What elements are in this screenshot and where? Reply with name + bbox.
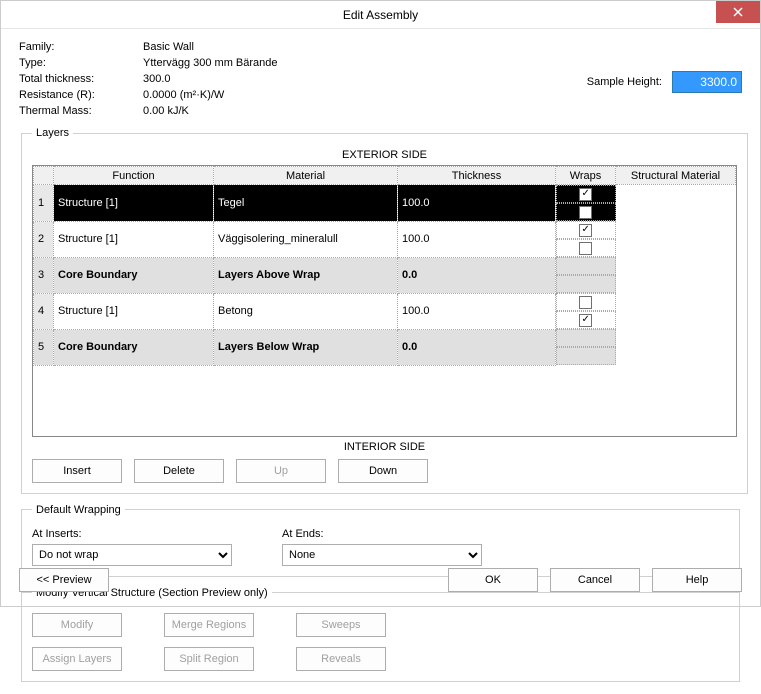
- material-cell[interactable]: Layers Below Wrap: [214, 329, 398, 365]
- thickness-cell[interactable]: 100.0: [398, 293, 556, 329]
- material-cell[interactable]: Betong: [214, 293, 398, 329]
- exterior-side-label: EXTERIOR SIDE: [32, 149, 737, 161]
- col-wraps[interactable]: Wraps: [556, 167, 616, 185]
- at-ends-label: At Ends:: [282, 528, 482, 540]
- row-number-cell[interactable]: 5: [34, 329, 54, 365]
- structural-material-cell[interactable]: [556, 203, 616, 221]
- function-cell[interactable]: Structure [1]: [54, 185, 214, 222]
- function-cell[interactable]: Structure [1]: [54, 293, 214, 329]
- checkbox[interactable]: ✓: [579, 188, 592, 201]
- preview-button[interactable]: << Preview: [19, 568, 109, 592]
- at-inserts-select[interactable]: Do not wrap: [32, 544, 232, 566]
- default-wrapping-fieldset: Default Wrapping At Inserts: Do not wrap…: [21, 504, 740, 577]
- property-grid: Family: Basic Wall Type: Yttervägg 300 m…: [19, 41, 278, 117]
- grid-empty-area[interactable]: [33, 366, 736, 436]
- down-button[interactable]: Down: [338, 459, 428, 483]
- thermal-mass-value: 0.00 kJ/K: [143, 105, 278, 117]
- col-thickness[interactable]: Thickness: [398, 167, 556, 185]
- ok-button[interactable]: OK: [448, 568, 538, 592]
- type-value: Yttervägg 300 mm Bärande: [143, 57, 278, 69]
- delete-button[interactable]: Delete: [134, 459, 224, 483]
- sweeps-button[interactable]: Sweeps: [296, 613, 386, 637]
- wraps-cell[interactable]: [556, 257, 616, 275]
- reveals-button[interactable]: Reveals: [296, 647, 386, 671]
- layers-legend: Layers: [32, 127, 73, 139]
- thickness-value: 300.0: [143, 73, 278, 85]
- close-icon: [733, 7, 743, 17]
- col-material[interactable]: Material: [214, 167, 398, 185]
- wraps-cell[interactable]: [556, 293, 616, 311]
- thickness-cell[interactable]: 100.0: [398, 185, 556, 222]
- family-value: Basic Wall: [143, 41, 278, 53]
- family-label: Family:: [19, 41, 129, 53]
- material-cell[interactable]: Layers Above Wrap: [214, 257, 398, 293]
- material-cell[interactable]: Väggisolering_mineralull: [214, 221, 398, 257]
- function-cell[interactable]: Core Boundary: [54, 257, 214, 293]
- checkbox[interactable]: [579, 296, 592, 309]
- assign-layers-button[interactable]: Assign Layers: [32, 647, 122, 671]
- checkbox[interactable]: [579, 206, 592, 219]
- resistance-label: Resistance (R):: [19, 89, 129, 101]
- row-number-cell[interactable]: 2: [34, 221, 54, 257]
- col-structural-material[interactable]: Structural Material: [616, 167, 736, 185]
- grid-header-blank: [34, 167, 54, 185]
- interior-side-label: INTERIOR SIDE: [32, 441, 737, 453]
- thickness-cell[interactable]: 100.0: [398, 221, 556, 257]
- grid-header-row: Function Material Thickness Wraps Struct…: [34, 167, 736, 185]
- layers-grid[interactable]: Function Material Thickness Wraps Struct…: [32, 165, 737, 437]
- row-number-cell[interactable]: 3: [34, 257, 54, 293]
- default-wrapping-legend: Default Wrapping: [32, 504, 125, 516]
- structural-material-cell[interactable]: [556, 347, 616, 365]
- material-cell[interactable]: Tegel: [214, 185, 398, 222]
- modify-vertical-structure-fieldset: Modify Vertical Structure (Section Previ…: [21, 587, 740, 682]
- structural-material-cell[interactable]: [556, 239, 616, 257]
- table-row[interactable]: 2Structure [1]Väggisolering_mineralull10…: [34, 221, 736, 257]
- structural-material-cell[interactable]: ✓: [556, 311, 616, 329]
- layers-fieldset: Layers EXTERIOR SIDE Function Material T…: [21, 127, 748, 494]
- merge-regions-button[interactable]: Merge Regions: [164, 613, 254, 637]
- table-row[interactable]: 3Core BoundaryLayers Above Wrap0.0: [34, 257, 736, 293]
- wraps-cell[interactable]: ✓: [556, 185, 616, 203]
- close-button[interactable]: [716, 1, 760, 23]
- sample-height-group: Sample Height:: [587, 71, 742, 93]
- table-row[interactable]: 1Structure [1]Tegel100.0 ✓: [34, 185, 736, 222]
- cancel-button[interactable]: Cancel: [550, 568, 640, 592]
- up-button[interactable]: Up: [236, 459, 326, 483]
- wraps-cell[interactable]: [556, 329, 616, 347]
- checkbox[interactable]: [579, 242, 592, 255]
- thickness-cell[interactable]: 0.0: [398, 257, 556, 293]
- function-cell[interactable]: Structure [1]: [54, 221, 214, 257]
- structural-material-cell[interactable]: [556, 275, 616, 293]
- table-row[interactable]: 5Core BoundaryLayers Below Wrap0.0: [34, 329, 736, 365]
- thickness-cell[interactable]: 0.0: [398, 329, 556, 365]
- resistance-value: 0.0000 (m²·K)/W: [143, 89, 278, 101]
- wraps-cell[interactable]: ✓: [556, 221, 616, 239]
- window-title: Edit Assembly: [1, 8, 760, 22]
- titlebar: Edit Assembly: [1, 1, 760, 29]
- table-row[interactable]: 4Structure [1]Betong100.0 ✓: [34, 293, 736, 329]
- sample-height-label: Sample Height:: [587, 76, 662, 88]
- sample-height-input[interactable]: [672, 71, 742, 93]
- at-inserts-label: At Inserts:: [32, 528, 232, 540]
- checkbox[interactable]: ✓: [579, 224, 592, 237]
- row-number-cell[interactable]: 4: [34, 293, 54, 329]
- function-cell[interactable]: Core Boundary: [54, 329, 214, 365]
- thickness-label: Total thickness:: [19, 73, 129, 85]
- help-button[interactable]: Help: [652, 568, 742, 592]
- checkbox[interactable]: ✓: [579, 314, 592, 327]
- at-ends-select[interactable]: None: [282, 544, 482, 566]
- modify-button[interactable]: Modify: [32, 613, 122, 637]
- row-number-cell[interactable]: 1: [34, 185, 54, 222]
- type-label: Type:: [19, 57, 129, 69]
- split-region-button[interactable]: Split Region: [164, 647, 254, 671]
- col-function[interactable]: Function: [54, 167, 214, 185]
- thermal-mass-label: Thermal Mass:: [19, 105, 129, 117]
- insert-button[interactable]: Insert: [32, 459, 122, 483]
